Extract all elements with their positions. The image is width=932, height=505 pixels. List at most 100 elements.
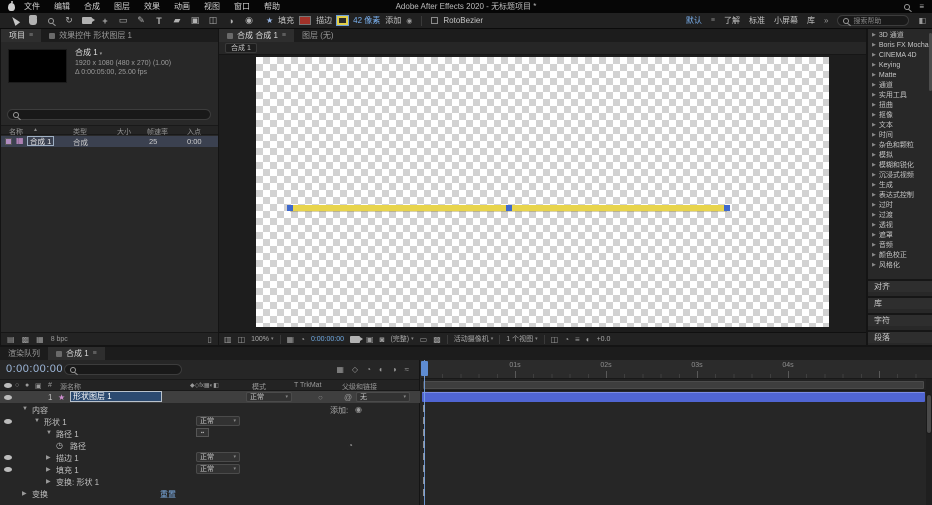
current-time-indicator-handle[interactable] xyxy=(421,361,428,376)
video-column-icon[interactable] xyxy=(4,383,12,388)
property-row-transform[interactable]: ▶ 变换 重置 xyxy=(0,487,420,499)
shape-star-icon[interactable]: ★ xyxy=(266,16,273,25)
panel-menu-icon[interactable]: ≡ xyxy=(29,32,33,39)
shape-stroke-line[interactable] xyxy=(287,205,730,211)
add-menu-icon[interactable]: ◉ xyxy=(355,405,362,414)
timeline-scrollbar[interactable] xyxy=(926,379,932,505)
property-row-transform-shape[interactable]: ▶ 变换: 形状 1 xyxy=(0,475,420,487)
effects-category[interactable]: ▶ 模拟 xyxy=(868,150,932,160)
parent-pickwhip-icon[interactable]: @ xyxy=(344,393,352,402)
effects-category[interactable]: ▶ 实用工具 xyxy=(868,90,932,100)
puppet-tool-icon[interactable]: ◉ xyxy=(240,14,258,28)
selection-handle-left[interactable] xyxy=(287,205,293,211)
comp-viewport[interactable] xyxy=(219,55,866,332)
camera-view-select[interactable]: 活动摄像机 ▾ xyxy=(454,334,494,344)
workspace-menu-icon[interactable]: ≡ xyxy=(711,17,715,24)
label-color-chip[interactable] xyxy=(5,138,12,145)
twirl-down-icon[interactable]: ▼ xyxy=(22,406,28,412)
lock-column-icon[interactable]: ▣ xyxy=(35,382,42,390)
exposure-value[interactable]: +0.0 xyxy=(597,336,611,343)
viewer-lock-icon[interactable]: ◫ xyxy=(238,335,246,344)
workspace-learn[interactable]: 了解 xyxy=(724,15,740,26)
tab-composition[interactable]: 合成 合成 1 ≡ xyxy=(219,29,294,42)
effects-category[interactable]: ▶ 文本 xyxy=(868,120,932,130)
workspace-default[interactable]: 默认 xyxy=(686,15,702,26)
effects-category[interactable]: ▶ Matte xyxy=(868,70,932,80)
project-search-input[interactable] xyxy=(7,109,211,120)
effects-category[interactable]: ▶ 杂色和颗粒 xyxy=(868,140,932,150)
trkmat-none-icon[interactable]: ○ xyxy=(318,393,323,402)
tab-layer[interactable]: 图层 (无) xyxy=(294,29,342,42)
brush-tool-icon[interactable]: ▰ xyxy=(168,14,186,28)
camera-tool-icon[interactable] xyxy=(78,14,96,28)
new-folder-icon[interactable]: ▩ xyxy=(22,335,30,344)
paragraph-panel-header[interactable]: 段落 xyxy=(868,330,932,343)
character-panel-header[interactable]: 字符 xyxy=(868,313,932,326)
comp-navigator-tab[interactable]: 合成 1 xyxy=(225,43,257,53)
effects-category[interactable]: ▶ 抠像 xyxy=(868,110,932,120)
pixel-aspect-icon[interactable]: ◫ xyxy=(551,335,559,344)
show-snapshot-icon[interactable]: ▣ xyxy=(366,335,374,344)
time-ruler[interactable]: 01s 02s 03s 04s xyxy=(421,360,932,379)
add-label[interactable]: 添加 xyxy=(385,15,401,26)
effects-category[interactable]: ▶ 扭曲 xyxy=(868,100,932,110)
panel-menu-icon[interactable]: ≡ xyxy=(282,32,286,39)
selection-handle-right[interactable] xyxy=(724,205,730,211)
twirl-right-icon[interactable]: ▶ xyxy=(46,454,51,461)
path-direction-icon[interactable]: ▪▪ xyxy=(196,428,209,437)
effects-category[interactable]: ▶ 透视 xyxy=(868,220,932,230)
interpret-footage-icon[interactable]: ▤ xyxy=(7,335,15,344)
solo-column-icon[interactable]: ● xyxy=(25,382,29,389)
effects-category[interactable]: ▶ 遮罩 xyxy=(868,230,932,240)
timeline-track-area[interactable]: 01s 02s 03s 04s xyxy=(421,360,932,505)
pen-tool-icon[interactable]: ✎ xyxy=(132,14,150,28)
motion-blur-icon[interactable]: ◑ xyxy=(392,365,397,374)
workspace-overflow-chevron[interactable]: » xyxy=(824,16,828,25)
eye-icon[interactable] xyxy=(4,419,12,424)
layer-duration-bar[interactable] xyxy=(422,392,925,402)
hide-shy-layers-icon[interactable]: ◔ xyxy=(366,365,371,374)
property-row-path-group[interactable]: ▼ 路径 1 ▪▪ xyxy=(0,427,420,439)
twirl-down-icon[interactable]: ▼ xyxy=(46,430,52,436)
reset-link[interactable]: 重置 xyxy=(160,489,176,500)
align-panel-header[interactable]: 对齐 xyxy=(868,279,932,292)
libraries-panel-header[interactable]: 库 xyxy=(868,296,932,309)
graph-editor-icon[interactable]: ≈ xyxy=(405,365,409,374)
effects-category[interactable]: ▶ Boris FX Mocha xyxy=(868,40,932,50)
layer-name-input[interactable]: 形状图层 1 xyxy=(70,391,162,402)
transparency-grid-icon[interactable]: ▩ xyxy=(433,335,441,344)
menu-item[interactable]: 合成 xyxy=(77,1,107,12)
safe-margins-icon[interactable]: ▦ xyxy=(287,335,295,344)
timeline-button-icon[interactable]: ≡ xyxy=(575,335,580,344)
twirl-right-icon[interactable]: ▶ xyxy=(22,490,27,497)
pan-behind-tool-icon[interactable]: + xyxy=(96,14,114,28)
apple-logo-icon[interactable] xyxy=(8,0,15,11)
magnification-select[interactable]: 100% ▾ xyxy=(251,336,273,343)
effects-category[interactable]: ▶ Keying xyxy=(868,60,932,70)
roto-brush-tool-icon[interactable]: ◑ xyxy=(222,14,240,28)
color-depth-button[interactable]: 8 bpc xyxy=(51,336,68,343)
workspace-standard[interactable]: 标准 xyxy=(749,15,765,26)
workspace-libraries[interactable]: 库 xyxy=(807,15,815,26)
group-blend-mode-select[interactable]: 正常 ▾ xyxy=(196,464,240,474)
project-item-row[interactable]: ▦ 合成 1 合成 25 0:00 xyxy=(1,136,218,147)
stroke-color-swatch[interactable] xyxy=(336,15,350,26)
type-tool-icon[interactable]: T xyxy=(150,14,168,28)
effects-category[interactable]: ▶ 过渡 xyxy=(868,210,932,220)
rotobezier-checkbox[interactable] xyxy=(431,17,439,24)
draft-3d-icon[interactable]: ◇ xyxy=(352,365,358,374)
property-row-contents[interactable]: ▼ 内容 添加: ◉ xyxy=(0,403,420,415)
clone-stamp-tool-icon[interactable]: ▣ xyxy=(186,14,204,28)
property-row-stroke[interactable]: ▶ 描边 1 正常 ▾ xyxy=(0,451,420,463)
exposure-icon[interactable]: ◐ xyxy=(586,335,591,344)
orbit-camera-tool-icon[interactable]: ↻ xyxy=(60,14,78,28)
fill-color-swatch[interactable] xyxy=(299,16,312,25)
tab-effect-controls[interactable]: 效果控件 形状图层 1 xyxy=(41,29,140,42)
zoom-tool-icon[interactable] xyxy=(42,14,60,28)
include-in-graph-icon[interactable]: ◔ xyxy=(348,441,353,450)
selection-tool-icon[interactable] xyxy=(6,14,24,28)
twirl-right-icon[interactable]: ▶ xyxy=(46,466,51,473)
effects-category[interactable]: ▶ CINEMA 4D xyxy=(868,50,932,60)
twirl-down-icon[interactable]: ▼ xyxy=(34,418,40,424)
effects-category[interactable]: ▶ 表达式控制 xyxy=(868,190,932,200)
